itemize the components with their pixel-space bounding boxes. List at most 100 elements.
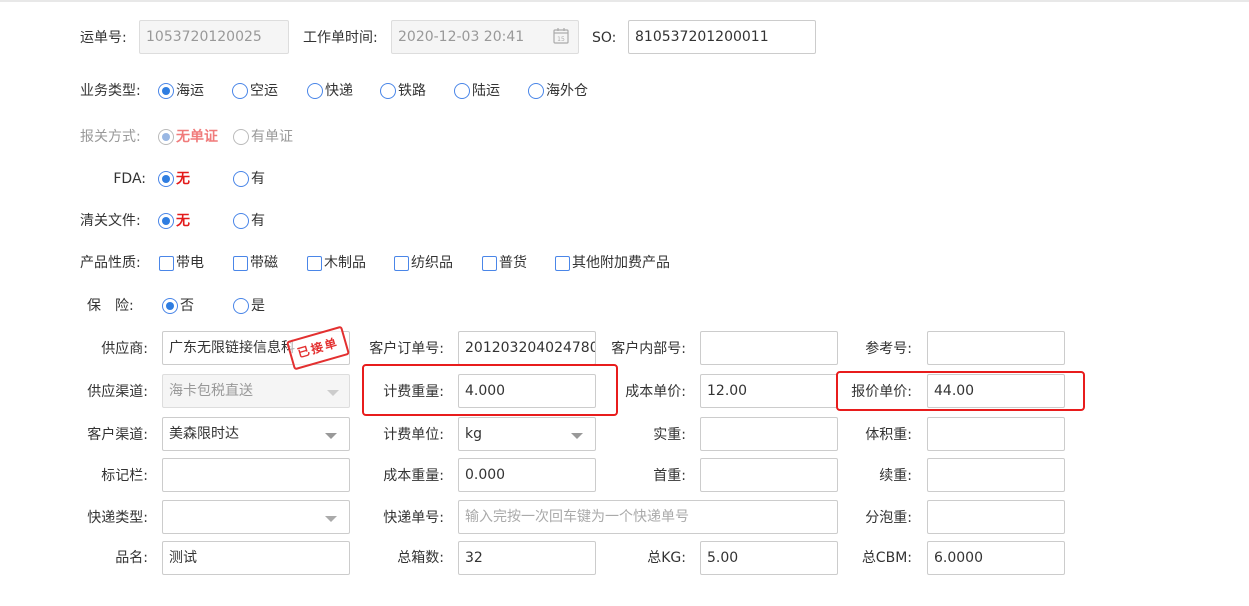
radio-icon[interactable] [233, 171, 249, 187]
radio-icon[interactable] [528, 83, 544, 99]
business-type-option-overseas-warehouse[interactable]: 海外仓 [528, 81, 588, 101]
actual-weight-label: 实重: [653, 427, 686, 443]
radio-checked-icon[interactable] [162, 298, 178, 314]
reference-input[interactable] [927, 331, 1065, 365]
radio-icon[interactable] [232, 83, 248, 99]
customer-order-label: 客户订单号: [369, 341, 444, 357]
cost-weight-label: 成本重量: [383, 468, 444, 484]
first-weight-input[interactable] [700, 458, 838, 492]
insurance-option-yes[interactable]: 是 [233, 296, 265, 316]
option-label: 无 [176, 213, 190, 229]
waybill-label: 运单号: [80, 30, 127, 46]
product-nature-option-textile[interactable]: 纺织品 [394, 253, 453, 273]
insurance-option-no[interactable]: 否 [162, 296, 194, 316]
waybill-input[interactable]: 1053720120025 [139, 20, 289, 54]
option-label: 有单证 [251, 129, 293, 145]
continued-weight-label: 续重: [879, 468, 912, 484]
customs-method-label: 报关方式: [80, 129, 141, 145]
business-type-label: 业务类型: [80, 83, 141, 99]
total-cbm-label: 总CBM: [861, 550, 912, 566]
option-label: 海外仓 [546, 83, 588, 99]
radio-checked-icon[interactable] [158, 171, 174, 187]
so-input[interactable]: 810537201200011 [628, 20, 816, 54]
option-label: 普货 [499, 255, 527, 271]
product-nature-option-battery[interactable]: 带电 [159, 253, 204, 273]
customer-order-input[interactable]: 201203204024780 [458, 331, 596, 365]
mark-input[interactable] [162, 458, 350, 492]
option-label: 否 [180, 298, 194, 314]
radio-checked-icon [158, 129, 174, 145]
cost-unit-price-input[interactable]: 12.00 [700, 374, 838, 408]
radio-icon[interactable] [233, 213, 249, 229]
option-label: 带磁 [250, 255, 278, 271]
option-label: 木制品 [324, 255, 366, 271]
business-type-option-sea[interactable]: 海运 [158, 81, 204, 101]
product-nature-option-magnetic[interactable]: 带磁 [233, 253, 278, 273]
total-cbm-input[interactable]: 6.0000 [927, 541, 1065, 575]
checkbox-icon[interactable] [482, 255, 497, 271]
supply-channel-select[interactable]: 海卡包税直送 [162, 374, 350, 408]
fda-option-yes[interactable]: 有 [233, 169, 265, 189]
checkbox-icon[interactable] [233, 255, 248, 271]
business-type-option-express[interactable]: 快递 [307, 81, 353, 101]
clearance-docs-option-no[interactable]: 无 [158, 211, 190, 231]
actual-weight-input[interactable] [700, 417, 838, 451]
customs-method-option-with: 有单证 [233, 127, 293, 147]
option-label: 空运 [250, 83, 278, 99]
billing-weight-highlight [362, 364, 618, 416]
checkbox-icon[interactable] [555, 255, 570, 271]
chevron-down-icon [325, 433, 337, 439]
clearance-docs-label: 清关文件: [80, 213, 141, 229]
total-boxes-label: 总箱数: [397, 550, 444, 566]
total-kg-input[interactable]: 5.00 [700, 541, 838, 575]
express-no-label: 快递单号: [383, 510, 444, 526]
total-boxes-input[interactable]: 32 [458, 541, 596, 575]
radio-checked-icon[interactable] [158, 83, 174, 99]
clearance-docs-option-yes[interactable]: 有 [233, 211, 265, 231]
option-label: 无单证 [176, 129, 218, 145]
calendar-icon[interactable]: 15 [553, 27, 569, 44]
product-nature-option-other-surcharge[interactable]: 其他附加费产品 [555, 253, 670, 273]
cost-weight-input[interactable]: 0.000 [458, 458, 596, 492]
chevron-down-icon [571, 433, 583, 439]
radio-icon[interactable] [380, 83, 396, 99]
so-label: SO: [592, 30, 617, 46]
product-name-input[interactable]: 测试 [162, 541, 350, 575]
customs-method-option-none: 无单证 [158, 127, 218, 147]
checkbox-icon[interactable] [159, 255, 174, 271]
radio-icon[interactable] [454, 83, 470, 99]
volume-weight-label: 体积重: [865, 427, 912, 443]
product-nature-option-general[interactable]: 普货 [482, 253, 527, 273]
total-kg-label: 总KG: [647, 550, 686, 566]
chevron-down-icon [325, 516, 337, 522]
product-nature-option-wood[interactable]: 木制品 [307, 253, 366, 273]
customer-internal-input[interactable] [700, 331, 838, 365]
fda-label: FDA: [113, 171, 146, 187]
insurance-label: 保 险: [87, 298, 134, 314]
business-type-option-air[interactable]: 空运 [232, 81, 278, 101]
first-weight-label: 首重: [653, 468, 686, 484]
customer-channel-select[interactable]: 美森限时达 [162, 417, 350, 451]
radio-icon [233, 129, 249, 145]
checkbox-icon[interactable] [307, 255, 322, 271]
continued-weight-input[interactable] [927, 458, 1065, 492]
fda-option-no[interactable]: 无 [158, 169, 190, 189]
radio-checked-icon[interactable] [158, 213, 174, 229]
business-type-option-rail[interactable]: 铁路 [380, 81, 426, 101]
option-label: 快递 [325, 83, 353, 99]
checkbox-icon[interactable] [394, 255, 409, 271]
worktime-label: 工作单时间: [303, 30, 378, 46]
radio-icon[interactable] [233, 298, 249, 314]
supply-channel-value: 海卡包税直送 [169, 383, 253, 399]
volume-weight-input[interactable] [927, 417, 1065, 451]
bubble-weight-label: 分泡重: [865, 510, 912, 526]
bubble-weight-input[interactable] [927, 500, 1065, 534]
option-label: 纺织品 [411, 255, 453, 271]
business-type-option-land[interactable]: 陆运 [454, 81, 500, 101]
express-no-input[interactable]: 输入完按一次回车键为一个快递单号 [458, 500, 838, 534]
radio-icon[interactable] [307, 83, 323, 99]
billing-unit-label: 计费单位: [383, 427, 444, 443]
option-label: 有 [251, 171, 265, 187]
express-type-select[interactable] [162, 500, 350, 534]
worktime-input[interactable]: 2020-12-03 20:41 [391, 20, 579, 54]
